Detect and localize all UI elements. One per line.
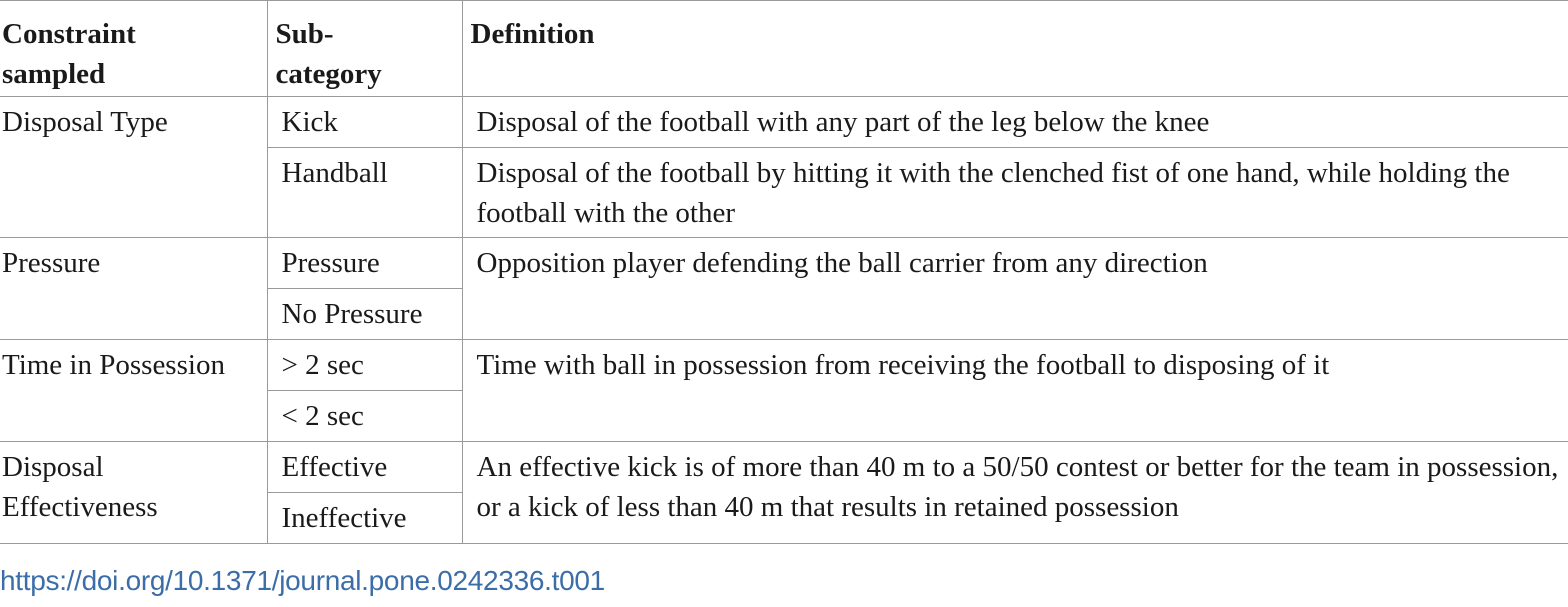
header-row: Constraint sampled Sub- category Definit… [0,0,1568,97]
constraints-table-container: Constraint sampled Sub- category Definit… [0,0,1568,544]
subcategory-cell: Pressure [266,237,463,289]
constraint-cell: Disposal Type [0,96,268,238]
definition-cell: Opposition player defending the ball car… [461,237,1568,340]
table-row: Time in Possession > 2 sec Time with bal… [0,339,1568,442]
definition-cell: Disposal of the football with any part o… [461,96,1568,148]
subcategory-cell: < 2 sec [267,390,462,442]
constraints-table: Constraint sampled Sub- category Definit… [0,0,1568,544]
constraint-cell: Time in Possession [0,339,268,442]
definition-cell: Disposal of the football by hitting it w… [461,147,1568,238]
subcategory-cell: Handball [267,147,463,238]
header-subcategory-line2: category [275,58,382,90]
definition-cell: An effective kick is of more than 40 m t… [461,441,1568,544]
header-definition: Definition [461,0,1568,97]
header-constraint-line1: Constraint [2,18,136,50]
subcategory-cell: Ineffective [267,492,462,544]
table-row: Pressure Pressure Opposition player defe… [0,237,1568,340]
subcategory-cell: > 2 sec [266,339,463,391]
constraint-cell: Pressure [0,237,268,340]
definition-cell: Time with ball in possession from receiv… [461,339,1568,442]
doi-link[interactable]: https://doi.org/10.1371/journal.pone.024… [0,565,605,597]
subcategory-cell: No Pressure [267,288,462,340]
header-constraint-line2: sampled [2,58,106,90]
subcategory-cell: Effective [266,441,463,493]
constraint-cell: Disposal Effectiveness [0,441,268,544]
header-subcategory-line1: Sub- [275,18,334,50]
table-row: Disposal Type Kick Disposal of the footb… [0,96,1568,238]
subcategory-cell: Kick [266,96,463,148]
header-sub-category: Sub- category [266,0,463,97]
table-row: Disposal Effectiveness Effective An effe… [0,441,1568,544]
header-constraint-sampled: Constraint sampled [0,0,268,97]
